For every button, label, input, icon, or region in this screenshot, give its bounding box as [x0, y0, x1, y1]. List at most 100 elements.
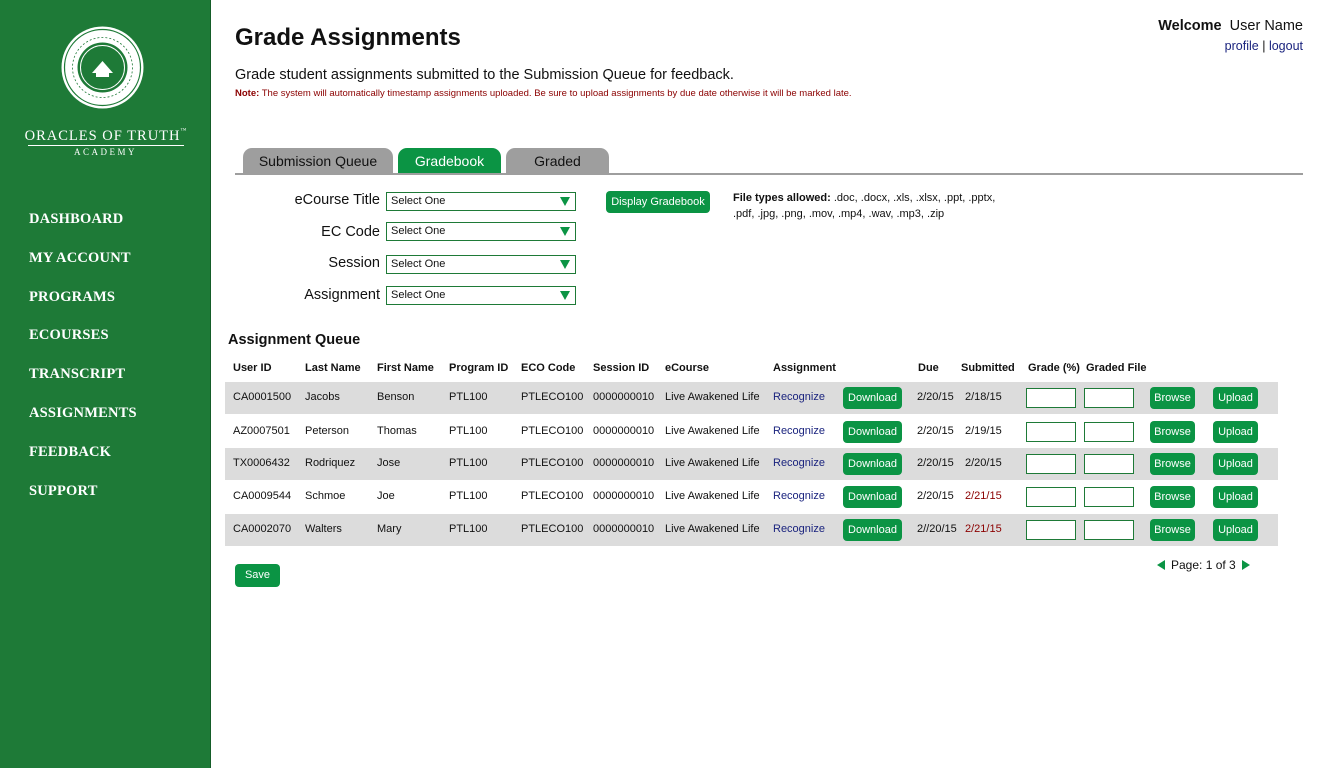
save-button[interactable]: Save	[235, 564, 280, 587]
sidebar-item-transcript[interactable]: TRANSCRIPT	[29, 363, 137, 402]
column-header: Program ID	[449, 362, 509, 374]
assignment-link[interactable]: Recognize	[773, 391, 825, 403]
cell-first: Joe	[377, 490, 395, 502]
logout-link[interactable]: logout	[1269, 39, 1303, 53]
cell-program: PTL100	[449, 391, 488, 403]
cell-program: PTL100	[449, 490, 488, 502]
browse-button[interactable]: Browse	[1150, 421, 1195, 443]
upload-button[interactable]: Upload	[1213, 486, 1258, 508]
chevron-down-icon	[560, 227, 570, 236]
cell-due: 2/20/15	[917, 490, 954, 502]
sidebar-item-ecourses[interactable]: ECOURSES	[29, 324, 137, 363]
grade-input[interactable]	[1026, 454, 1076, 474]
download-button[interactable]: Download	[843, 519, 902, 541]
grade-input[interactable]	[1026, 520, 1076, 540]
cell-eco: PTLECO100	[521, 523, 584, 535]
assignment-link[interactable]: Recognize	[773, 457, 825, 469]
assignment-select[interactable]: Select One	[386, 286, 576, 305]
cell-user_id: AZ0007501	[233, 425, 290, 437]
cell-last: Jacobs	[305, 391, 340, 403]
sidebar-item-programs[interactable]: PROGRAMS	[29, 286, 137, 325]
cell-eco: PTLECO100	[521, 391, 584, 403]
browse-button[interactable]: Browse	[1150, 453, 1195, 475]
download-button[interactable]: Download	[843, 421, 902, 443]
profile-link[interactable]: profile	[1225, 39, 1259, 53]
cell-course: Live Awakened Life	[665, 490, 760, 502]
cell-user_id: CA0002070	[233, 523, 292, 535]
next-page-icon[interactable]	[1241, 560, 1250, 570]
upload-button[interactable]: Upload	[1213, 421, 1258, 443]
column-header: User ID	[233, 362, 272, 374]
cell-eco: PTLECO100	[521, 457, 584, 469]
page-title: Grade Assignments	[235, 24, 461, 51]
tab-divider	[235, 173, 1303, 175]
download-button[interactable]: Download	[843, 453, 902, 475]
browse-button[interactable]: Browse	[1150, 387, 1195, 409]
cell-first: Mary	[377, 523, 402, 535]
sidebar-item-feedback[interactable]: FEEDBACK	[29, 441, 137, 480]
cell-session: 0000000010	[593, 391, 655, 403]
prev-page-icon[interactable]	[1157, 560, 1165, 570]
cell-program: PTL100	[449, 457, 488, 469]
graded-file-input[interactable]	[1084, 520, 1134, 540]
download-button[interactable]: Download	[843, 387, 902, 409]
sidebar-item-dashboard[interactable]: DASHBOARD	[29, 208, 137, 247]
assignment-link[interactable]: Recognize	[773, 425, 825, 437]
ecourse-title-label: eCourse Title	[294, 192, 380, 208]
cell-program: PTL100	[449, 425, 488, 437]
table-row: CA0009544 Schmoe Joe PTL100 PTLECO100 0000000…	[225, 481, 1278, 513]
upload-button[interactable]: Upload	[1213, 453, 1258, 475]
column-header: Due	[918, 362, 939, 374]
brand-subtitle: ACADEMY	[73, 147, 137, 157]
graded-file-input[interactable]	[1084, 422, 1134, 442]
grade-input[interactable]	[1026, 388, 1076, 408]
cell-submitted: 2/18/15	[965, 391, 1002, 403]
cell-course: Live Awakened Life	[665, 523, 760, 535]
ecourse-title-select[interactable]: Select One	[386, 192, 576, 211]
grade-input[interactable]	[1026, 422, 1076, 442]
tab-bar: Submission Queue Gradebook Graded	[243, 148, 609, 174]
upload-button[interactable]: Upload	[1213, 387, 1258, 409]
column-header: ECO Code	[521, 362, 576, 374]
graded-file-input[interactable]	[1084, 454, 1134, 474]
user-links: profile | logout	[1224, 39, 1303, 53]
sidebar-item-my-account[interactable]: MY ACCOUNT	[29, 247, 137, 286]
sidebar-nav: DASHBOARD MY ACCOUNT PROGRAMS ECOURSES T…	[29, 208, 137, 518]
assignment-queue-title: Assignment Queue	[228, 332, 361, 348]
cell-submitted: 2/20/15	[965, 457, 1002, 469]
grade-input[interactable]	[1026, 487, 1076, 507]
download-button[interactable]: Download	[843, 486, 902, 508]
assignment-link[interactable]: Recognize	[773, 490, 825, 502]
browse-button[interactable]: Browse	[1150, 519, 1195, 541]
session-label: Session	[328, 255, 380, 271]
ec-code-label: EC Code	[321, 224, 380, 240]
graded-file-input[interactable]	[1084, 388, 1134, 408]
cell-session: 0000000010	[593, 490, 655, 502]
assignment-link[interactable]: Recognize	[773, 523, 825, 535]
sidebar: ORACLES OF TRUTH™ ACADEMY DASHBOARD MY A…	[0, 0, 211, 768]
brand-divider	[28, 145, 184, 146]
column-header: Graded File	[1086, 362, 1147, 374]
session-select[interactable]: Select One	[386, 255, 576, 274]
tab-graded[interactable]: Graded	[506, 148, 609, 174]
welcome-message: Welcome User Name	[1158, 18, 1303, 34]
column-header: Last Name	[305, 362, 361, 374]
tab-gradebook[interactable]: Gradebook	[398, 148, 501, 174]
column-header: Submitted	[961, 362, 1015, 374]
chevron-down-icon	[560, 197, 570, 206]
cell-last: Schmoe	[305, 490, 346, 502]
cell-course: Live Awakened Life	[665, 391, 760, 403]
display-gradebook-button[interactable]: Display Gradebook	[606, 191, 710, 213]
cell-due: 2//20/15	[917, 523, 957, 535]
cell-submitted: 2/21/15	[965, 490, 1002, 502]
cell-user_id: CA0009544	[233, 490, 292, 502]
sidebar-item-assignments[interactable]: ASSIGNMENTS	[29, 402, 137, 441]
column-header: Grade (%)	[1028, 362, 1080, 374]
graded-file-input[interactable]	[1084, 487, 1134, 507]
user-name: User Name	[1229, 18, 1303, 34]
upload-button[interactable]: Upload	[1213, 519, 1258, 541]
sidebar-item-support[interactable]: SUPPORT	[29, 480, 137, 519]
browse-button[interactable]: Browse	[1150, 486, 1195, 508]
ec-code-select[interactable]: Select One	[386, 222, 576, 241]
tab-submission-queue[interactable]: Submission Queue	[243, 148, 393, 174]
